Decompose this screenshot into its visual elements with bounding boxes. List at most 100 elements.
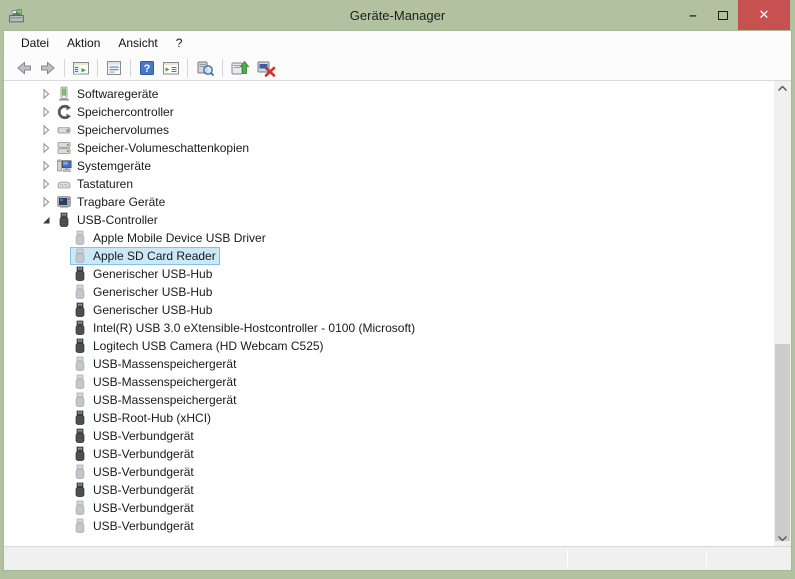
action-pane-icon [163, 61, 179, 74]
system-device-icon [56, 158, 72, 174]
expander-icon[interactable] [38, 140, 54, 156]
toolbar-separator [97, 58, 98, 77]
expander-icon[interactable] [38, 158, 54, 174]
storage-controller-icon [56, 104, 72, 120]
tree-item[interactable]: Generischer USB-Hub [4, 265, 774, 283]
tree-item[interactable]: USB-Verbundgerät [4, 481, 774, 499]
scroll-up-button[interactable] [774, 81, 791, 96]
expander-icon[interactable] [38, 86, 54, 102]
tree-item[interactable]: USB-Verbundgerät [4, 427, 774, 445]
menu-datei[interactable]: Datei [12, 33, 58, 53]
portable-device-icon [56, 194, 72, 210]
update-driver-button[interactable] [227, 57, 253, 79]
expander-icon[interactable] [38, 122, 54, 138]
menubar: Datei Aktion Ansicht ? [4, 31, 791, 55]
show-console-tree-button[interactable] [69, 57, 93, 79]
back-button[interactable] [12, 57, 36, 79]
shadow-copy-icon [56, 140, 72, 156]
usb-icon [72, 266, 88, 282]
tree-item[interactable]: USB-Verbundgerät [4, 463, 774, 481]
usb-icon [56, 212, 72, 228]
usb-icon [72, 320, 88, 336]
scan-hardware-changes-button[interactable] [192, 57, 218, 79]
tree-item[interactable]: Speichervolumes [4, 121, 774, 139]
window-title: Geräte-Manager [349, 7, 446, 23]
tree-item[interactable]: Generischer USB-Hub [4, 283, 774, 301]
expander-icon[interactable] [38, 212, 54, 228]
maximize-icon [718, 10, 728, 20]
toolbar-separator [187, 58, 188, 77]
titlebar[interactable]: Geräte-Manager ‒ ✕ [0, 0, 795, 30]
toolbar-separator [222, 58, 223, 77]
tree-item[interactable]: Speicher-Volumeschattenkopien [4, 139, 774, 157]
properties-button[interactable] [102, 57, 126, 79]
menu-ansicht[interactable]: Ansicht [109, 33, 166, 53]
action-pane-button[interactable] [159, 57, 183, 79]
tree-item[interactable]: USB-Massenspeichergerät [4, 391, 774, 409]
scroll-down-icon [778, 536, 787, 541]
device-tree: Softwaregeräte Speichercontroller Speich… [4, 85, 774, 535]
device-tree-panel: Softwaregeräte Speichercontroller Speich… [4, 81, 791, 546]
usb-icon [72, 302, 88, 318]
statusbar-separator [567, 550, 568, 567]
tree-item[interactable]: Tastaturen [4, 175, 774, 193]
tree-item[interactable]: USB-Root-Hub (xHCI) [4, 409, 774, 427]
usb-icon [72, 284, 88, 300]
tree-item[interactable]: USB-Verbundgerät [4, 445, 774, 463]
tree-item[interactable]: Generischer USB-Hub [4, 301, 774, 319]
menu-hilfe[interactable]: ? [167, 33, 192, 53]
keyboard-icon [56, 176, 72, 192]
forward-button[interactable] [36, 57, 60, 79]
maximize-button[interactable] [708, 0, 738, 30]
statusbar-separator [706, 550, 707, 567]
tree-item[interactable]: USB-Massenspeichergerät [4, 373, 774, 391]
usb-icon [72, 356, 88, 372]
scan-hardware-changes-icon [197, 61, 215, 76]
tree-item-selected[interactable]: Apple SD Card Reader [4, 247, 774, 265]
close-button[interactable]: ✕ [738, 0, 790, 30]
tree-item[interactable]: Logitech USB Camera (HD Webcam C525) [4, 337, 774, 355]
usb-icon [72, 482, 88, 498]
properties-icon [107, 60, 121, 75]
usb-icon [72, 230, 88, 246]
usb-icon [72, 446, 88, 462]
tree-item[interactable]: USB-Verbundgerät [4, 517, 774, 535]
tree-item[interactable]: Apple Mobile Device USB Driver [4, 229, 774, 247]
statusbar [4, 546, 791, 570]
tree-item[interactable]: USB-Massenspeichergerät [4, 355, 774, 373]
tree-item[interactable]: USB-Verbundgerät [4, 499, 774, 517]
help-icon: ? [140, 60, 154, 75]
menu-aktion[interactable]: Aktion [58, 33, 109, 53]
usb-icon [72, 338, 88, 354]
expander-icon[interactable] [38, 104, 54, 120]
usb-icon [72, 464, 88, 480]
toolbar-separator [130, 58, 131, 77]
tree-item[interactable]: Intel(R) USB 3.0 eXtensible-Hostcontroll… [4, 319, 774, 337]
back-icon [17, 60, 31, 75]
help-button[interactable]: ? [135, 57, 159, 79]
forward-icon [41, 60, 55, 75]
tree-item[interactable]: Softwaregeräte [4, 85, 774, 103]
tree-item[interactable]: USB-Controller [4, 211, 774, 229]
usb-icon [72, 518, 88, 534]
vertical-scrollbar[interactable] [774, 81, 791, 546]
scrollbar-thumb[interactable] [775, 344, 790, 541]
software-device-icon [56, 86, 72, 102]
expander-icon[interactable] [38, 176, 54, 192]
usb-icon [72, 248, 88, 264]
minimize-button[interactable]: ‒ [678, 0, 708, 30]
expander-icon[interactable] [38, 194, 54, 210]
usb-icon [72, 374, 88, 390]
uninstall-device-icon [257, 61, 276, 77]
uninstall-device-button[interactable] [253, 57, 279, 79]
scroll-up-icon [778, 86, 787, 91]
usb-icon [72, 500, 88, 516]
usb-icon [72, 410, 88, 426]
svg-text:?: ? [144, 63, 151, 75]
tree-item[interactable]: Tragbare Geräte [4, 193, 774, 211]
scroll-down-button[interactable] [774, 531, 791, 546]
usb-icon [72, 392, 88, 408]
tree-item[interactable]: Systemgeräte [4, 157, 774, 175]
tree-item[interactable]: Speichercontroller [4, 103, 774, 121]
device-manager-window: Geräte-Manager ‒ ✕ Datei Aktion Ansicht … [0, 0, 795, 579]
